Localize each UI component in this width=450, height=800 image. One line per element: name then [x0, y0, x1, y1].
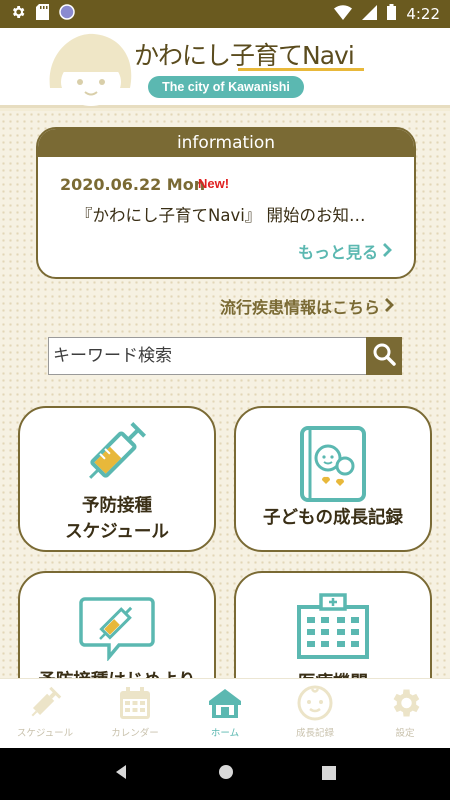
growth-book-icon [300, 424, 366, 506]
home-icon [207, 685, 243, 721]
bottom-navigation: スケジュール カレンダー ホーム 成長記録 設定 [0, 678, 450, 748]
nav-label: 成長記録 [295, 728, 334, 739]
news-date: 2020.06.22 Mon [60, 175, 206, 194]
nav-item-settings[interactable]: 設定 [360, 679, 450, 748]
search-input[interactable] [48, 337, 366, 375]
search-icon [372, 342, 396, 370]
growth-record-tile[interactable]: 子どもの成長記録 [234, 406, 432, 552]
status-bar: 4:22 [0, 0, 450, 28]
main-content[interactable]: information 2020.06.22 Mon New! 『かわにし子育て… [0, 111, 450, 678]
baby-face-icon [297, 685, 333, 721]
nav-item-home[interactable]: ホーム [180, 679, 270, 748]
disease-info-label: 流行疾患情報はこちら [219, 298, 380, 317]
gear-icon [387, 685, 423, 721]
tile-label: 医療機関 [236, 669, 430, 678]
app-header: かわにし子育てNavi The city of Kawanishi [0, 28, 450, 108]
chevron-right-icon [382, 242, 392, 261]
status-time: 4:22 [406, 5, 440, 23]
signal-icon [362, 4, 378, 24]
tile-label: 子どもの成長記録 [263, 508, 403, 528]
news-title-link[interactable]: 『かわにし子育てNavi』 開始のお知… [76, 202, 366, 226]
disease-info-link[interactable]: 流行疾患情報はこちら [220, 294, 394, 318]
tile-label-line2: スケジュール [65, 522, 169, 542]
tile-label-line1: 予防接種 [82, 496, 152, 516]
nav-item-growth[interactable]: 成長記録 [270, 679, 360, 748]
information-card[interactable]: information 2020.06.22 Mon New! 『かわにし子育て… [36, 127, 416, 279]
app-title: かわにし子育てNavi [134, 41, 355, 70]
nav-label: 設定 [395, 728, 415, 739]
tile-label: 予防接種はじめより [20, 667, 214, 678]
title-underline [238, 68, 364, 71]
search-bar [48, 337, 402, 375]
circle-status-icon [59, 4, 75, 24]
nav-label: カレンダー [111, 728, 159, 739]
syringe-bubble-icon [79, 597, 155, 665]
system-navigation-bar [0, 748, 450, 800]
more-link-label: もっと見る [297, 243, 378, 262]
nav-label: スケジュール [16, 728, 74, 739]
syringe-icon [77, 414, 157, 492]
nav-item-calendar[interactable]: カレンダー [90, 679, 180, 748]
nav-label: ホーム [210, 728, 240, 739]
battery-icon [387, 4, 397, 24]
information-heading: information [38, 129, 414, 157]
syringe-icon [27, 685, 63, 721]
gear-status-icon [10, 4, 26, 24]
sdcard-icon [36, 4, 49, 24]
back-button[interactable] [114, 764, 130, 784]
mascot-logo-icon [44, 32, 136, 112]
city-badge: The city of Kawanishi [148, 76, 304, 98]
chevron-right-icon [384, 297, 394, 316]
hospital-icon [295, 593, 371, 663]
calendar-icon [117, 685, 153, 721]
new-badge: New! [198, 176, 230, 191]
nav-item-schedule[interactable]: スケジュール [0, 679, 90, 748]
vaccination-schedule-tile[interactable]: 予防接種 スケジュール [18, 406, 216, 552]
wifi-icon [334, 4, 353, 24]
search-button[interactable] [366, 337, 402, 375]
more-link[interactable]: もっと見る [298, 239, 392, 263]
recents-button[interactable] [322, 765, 336, 784]
medical-institutions-tile[interactable]: 医療機関 [234, 571, 432, 678]
home-button[interactable] [218, 764, 234, 784]
vaccination-info-tile[interactable]: 予防接種はじめより [18, 571, 216, 678]
